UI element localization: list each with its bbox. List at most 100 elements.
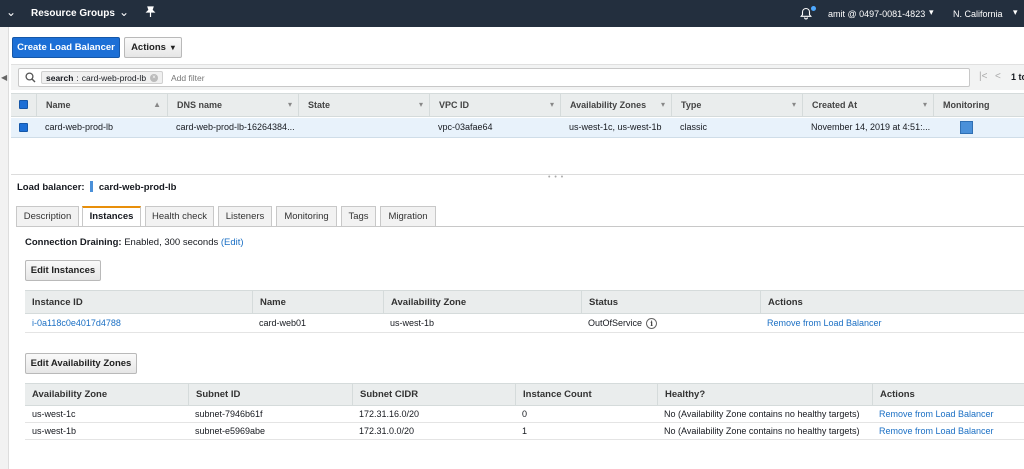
instance-status: OutOfService i (581, 314, 760, 332)
search-input[interactable]: search : card-web-prod-lb × Add filter (18, 68, 970, 87)
search-token-key: search (46, 72, 74, 83)
zone-instance-count: 1 (522, 426, 528, 436)
pin-icon[interactable] (145, 6, 156, 20)
column-monitoring[interactable]: Monitoring (933, 94, 1024, 116)
row-type: classic (680, 122, 708, 132)
load-balancer-color-marker (90, 181, 94, 192)
actions-label: Actions (131, 42, 166, 53)
pagination-text: 1 to (1011, 72, 1024, 82)
connection-draining-edit-link[interactable]: (Edit) (221, 237, 244, 248)
sort-icon[interactable]: ▾ (792, 94, 796, 116)
remove-instance-link[interactable]: Remove from Load Balancer (760, 314, 1024, 332)
create-load-balancer-button[interactable]: Create Load Balancer (12, 37, 120, 58)
edit-instances-button[interactable]: Edit Instances (25, 260, 101, 281)
zone-healthy: No (Availability Zone contains no health… (664, 426, 860, 436)
tab-monitoring[interactable]: Monitoring (276, 206, 337, 227)
column-name[interactable]: Name ▲ (36, 94, 167, 116)
connection-draining-label: Connection Draining: (25, 237, 122, 248)
remove-zone-link[interactable]: Remove from Load Balancer (872, 406, 1024, 422)
sort-icon[interactable]: ▾ (923, 94, 927, 116)
remove-zone-link[interactable]: Remove from Load Balancer (872, 423, 1024, 439)
column-zone[interactable]: Availability Zone (25, 384, 188, 405)
first-page-icon[interactable]: |< (979, 71, 987, 82)
left-collapse-strip[interactable]: ◀ (0, 27, 9, 469)
column-state[interactable]: State ▾ (298, 94, 429, 116)
details-title-value: card-web-prod-lb (98, 182, 177, 193)
row-name: card-web-prod-lb (45, 122, 114, 132)
column-instance-name[interactable]: Name (252, 291, 383, 313)
instances-table-header: Instance ID Name Availability Zone Statu… (25, 290, 1024, 314)
zone-subnet-id: subnet-7946b61f (195, 409, 263, 419)
region-chevron-icon[interactable]: ▾ (1013, 7, 1018, 18)
zone-subnet-id: subnet-e5969abe (195, 426, 266, 436)
load-balancer-table-header: Name ▲ DNS name ▾ State ▾ VPC ID ▾ Availabil… (11, 93, 1024, 117)
instance-name: card-web01 (259, 318, 307, 328)
row-created-at: November 14, 2019 at 4:51:... (811, 122, 931, 132)
column-healthy[interactable]: Healthy? (657, 384, 872, 405)
account-chevron-icon[interactable]: ▾ (929, 7, 934, 18)
instance-id-link[interactable]: i-0a118c0e4017d4788 (25, 314, 252, 332)
tab-migration[interactable]: Migration (380, 206, 436, 227)
column-instance-zone[interactable]: Availability Zone (383, 291, 581, 313)
tab-listeners[interactable]: Listeners (218, 206, 272, 227)
instance-zone: us-west-1b (390, 318, 435, 328)
actions-button[interactable]: Actions ▾ (124, 37, 182, 58)
actions-chevron-icon: ▾ (170, 43, 175, 52)
details-title: Load balancer: card-web-prod-lb (17, 181, 176, 193)
column-type[interactable]: Type ▾ (671, 94, 802, 116)
column-created-at[interactable]: Created At ▾ (802, 94, 933, 116)
tab-tags[interactable]: Tags (341, 206, 376, 227)
connection-draining: Connection Draining: Enabled, 300 second… (25, 237, 244, 248)
sort-ascending-icon[interactable]: ▲ (153, 94, 161, 116)
account-menu[interactable]: amit @ 0497-0081-4823 (828, 9, 925, 19)
services-menu-chevron-icon[interactable]: ⌄ (6, 5, 16, 19)
column-instance-id[interactable]: Instance ID (25, 291, 252, 313)
add-filter-placeholder[interactable]: Add filter (171, 73, 205, 83)
column-availability-zones[interactable]: Availability Zones ▾ (560, 94, 671, 116)
drag-handle-icon[interactable]: • • • (548, 174, 564, 181)
column-zone-actions: Actions (872, 384, 1024, 405)
column-subnet-cidr[interactable]: Subnet CIDR (352, 384, 515, 405)
sort-icon[interactable]: ▾ (288, 94, 292, 116)
region-menu[interactable]: N. California (953, 9, 1003, 19)
column-dns-name[interactable]: DNS name ▾ (167, 94, 298, 116)
column-vpc-id[interactable]: VPC ID ▾ (429, 94, 560, 116)
tab-health-check[interactable]: Health check (145, 206, 214, 227)
row-availability-zones: us-west-1c, us-west-1b (569, 122, 662, 132)
instance-status-text: OutOfService (588, 318, 643, 328)
row-checkbox[interactable] (19, 123, 28, 132)
previous-page-icon[interactable]: < (995, 71, 1001, 82)
column-subnet-id[interactable]: Subnet ID (188, 384, 352, 405)
search-token-value: card-web-prod-lb (81, 72, 147, 83)
tab-description[interactable]: Description (16, 206, 79, 227)
info-icon[interactable]: i (646, 317, 658, 329)
sort-icon[interactable]: ▾ (661, 94, 665, 116)
row-vpc-id: vpc-03afae64 (438, 122, 493, 132)
panel-splitter[interactable]: • • • (11, 174, 1024, 181)
table-row[interactable]: card-web-prod-lb card-web-prod-lb-162643… (11, 118, 1024, 138)
tab-instances[interactable]: Instances (82, 206, 141, 227)
column-instance-status[interactable]: Status (581, 291, 760, 313)
sort-icon[interactable]: ▾ (550, 94, 554, 116)
zone-healthy: No (Availability Zone contains no health… (664, 409, 860, 419)
tab-divider (16, 226, 1024, 227)
zone-instance-count: 0 (522, 409, 528, 419)
zones-table-header: Availability Zone Subnet ID Subnet CIDR … (25, 383, 1024, 406)
monitoring-chart-icon[interactable] (960, 121, 973, 134)
search-token[interactable]: search : card-web-prod-lb × (41, 71, 164, 84)
column-instance-actions: Actions (760, 291, 1024, 313)
zone-name: us-west-1c (32, 409, 76, 419)
zone-subnet-cidr: 172.31.16.0/20 (359, 409, 420, 419)
zone-name: us-west-1b (32, 426, 77, 436)
resource-groups-menu[interactable]: Resource Groups (31, 8, 115, 19)
row-state (298, 118, 429, 137)
search-icon (25, 72, 36, 85)
table-row: i-0a118c0e4017d4788 card-web01 us-west-1… (25, 314, 1024, 333)
remove-token-icon[interactable]: × (150, 73, 159, 82)
resource-groups-chevron-icon[interactable]: ⌄ (119, 5, 129, 19)
sort-icon[interactable]: ▾ (419, 94, 423, 116)
collapse-arrow-icon[interactable]: ◀ (1, 73, 7, 82)
column-instance-count[interactable]: Instance Count (515, 384, 657, 405)
edit-availability-zones-button[interactable]: Edit Availability Zones (25, 353, 137, 374)
select-all-checkbox[interactable] (19, 100, 28, 109)
